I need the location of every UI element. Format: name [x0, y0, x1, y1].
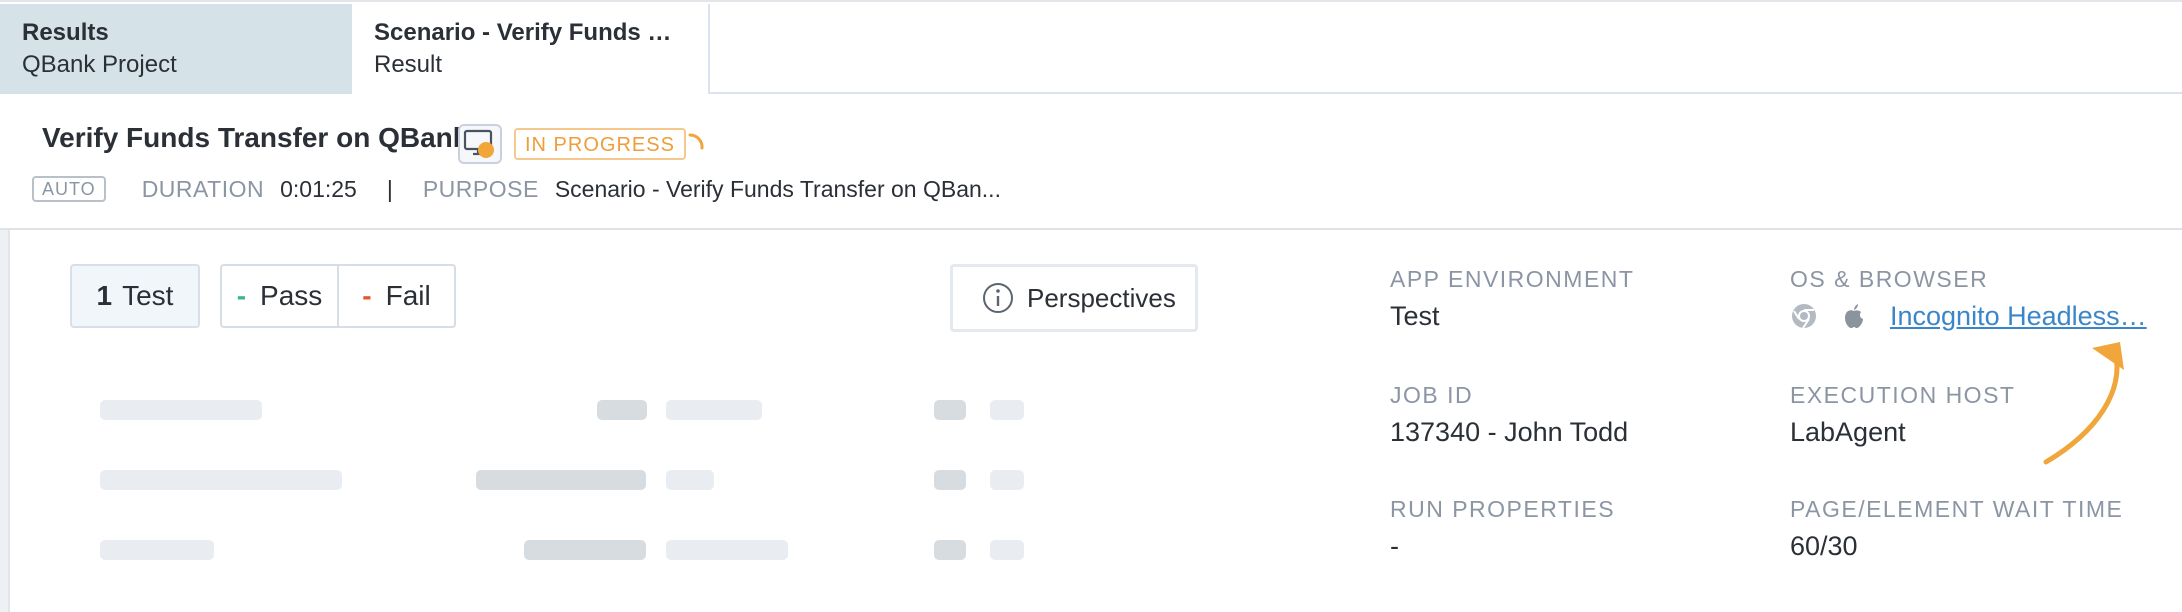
skeleton-bar: [666, 400, 762, 420]
test-filter-button[interactable]: 1 Test: [70, 264, 200, 328]
wait-time-label: PAGE/ELEMENT WAIT TIME: [1790, 496, 2124, 522]
skeleton-bar: [597, 400, 647, 420]
spinner-icon: [688, 133, 704, 150]
execution-host: EXECUTION HOST LabAgent: [1790, 380, 2015, 450]
os-browser-row: Incognito Headless…: [1790, 298, 2147, 334]
annotation-arrow: [2043, 342, 2124, 465]
skeleton-bar: [476, 470, 646, 490]
job-id-value: 137340 - John Todd: [1390, 417, 1629, 447]
tab-bar: Results QBank Project Scenario - Verify …: [0, 0, 2182, 94]
wait-time-value: 60/30: [1790, 531, 1858, 561]
skeleton-bar: [934, 540, 966, 560]
monitor-icon: [463, 129, 494, 158]
test-label: Test: [122, 280, 174, 311]
chrome-icon: [1792, 304, 1816, 329]
fail-label: Fail: [385, 280, 431, 311]
apple-icon: [1845, 304, 1863, 328]
execution-host-label: EXECUTION HOST: [1790, 382, 2016, 408]
skeleton-bar: [934, 400, 966, 420]
os-browser-label: OS & BROWSER: [1790, 266, 1989, 292]
purpose-value: Scenario - Verify Funds Transfer on QBan…: [554, 175, 1001, 202]
tab-scenario-subtitle: Result: [374, 51, 443, 78]
skeleton-bar: [990, 400, 1024, 420]
job-id: JOB ID 137340 - John Todd: [1390, 380, 1628, 450]
tab-results-title: Results: [22, 19, 109, 46]
perspectives-button[interactable]: Perspectives: [950, 264, 1198, 332]
os-browser: OS & BROWSER Incognito Headless…: [1790, 264, 2147, 334]
left-rail: [0, 230, 10, 612]
pass-count: -: [236, 280, 247, 311]
pass-fail-group: - Pass - Fail: [220, 264, 456, 328]
test-count: 1: [96, 280, 113, 311]
fail-count: -: [362, 280, 372, 311]
mode-badge: AUTO: [32, 176, 106, 202]
app-environment: APP ENVIRONMENT Test: [1390, 264, 1634, 334]
pass-label: Pass: [260, 280, 323, 311]
skeleton-bar: [524, 540, 646, 560]
job-id-label: JOB ID: [1390, 382, 1474, 408]
duration-label: DURATION: [141, 175, 265, 202]
app-environment-label: APP ENVIRONMENT: [1390, 266, 1635, 292]
fail-filter-button[interactable]: - Fail: [337, 266, 454, 326]
app-environment-value: Test: [1390, 301, 1440, 331]
tab-scenario-result[interactable]: Scenario - Verify Funds … Result: [352, 4, 710, 94]
skeleton-bar: [100, 540, 214, 560]
perspectives-label: Perspectives: [1027, 282, 1176, 313]
skeleton-bar: [666, 470, 714, 490]
page-title: Verify Funds Transfer on QBank: [42, 122, 469, 153]
duration-value: 0:01:25: [280, 175, 357, 202]
wait-time: PAGE/ELEMENT WAIT TIME 60/30: [1790, 494, 2123, 564]
execution-host-value: LabAgent: [1790, 417, 1906, 447]
skeleton-bar: [990, 540, 1024, 560]
meta-separator: |: [386, 175, 393, 202]
run-meta: AUTO DURATION 0:01:25 | PURPOSE Scenario…: [32, 172, 1001, 206]
skeleton-bar: [990, 470, 1024, 490]
pass-filter-button[interactable]: - Pass: [222, 266, 337, 326]
browser-link[interactable]: Incognito Headless…: [1890, 301, 2147, 332]
skeleton-bar: [934, 470, 966, 490]
info-icon: [983, 283, 1013, 313]
skeleton-bar: [100, 470, 342, 490]
run-properties-label: RUN PROPERTIES: [1390, 496, 1616, 522]
tab-results-subtitle: QBank Project: [22, 51, 177, 78]
status-badge: IN PROGRESS: [514, 128, 686, 160]
tab-results[interactable]: Results QBank Project: [0, 4, 352, 94]
skeleton-bar: [100, 400, 262, 420]
purpose-label: PURPOSE: [422, 175, 539, 202]
monitor-button[interactable]: [458, 124, 502, 164]
run-properties: RUN PROPERTIES -: [1390, 494, 1615, 564]
tab-scenario-title: Scenario - Verify Funds …: [374, 19, 672, 46]
skeleton-bar: [666, 540, 788, 560]
result-header: Verify Funds Transfer on QBank IN PROGRE…: [0, 92, 2182, 230]
run-properties-value: -: [1390, 531, 1399, 561]
